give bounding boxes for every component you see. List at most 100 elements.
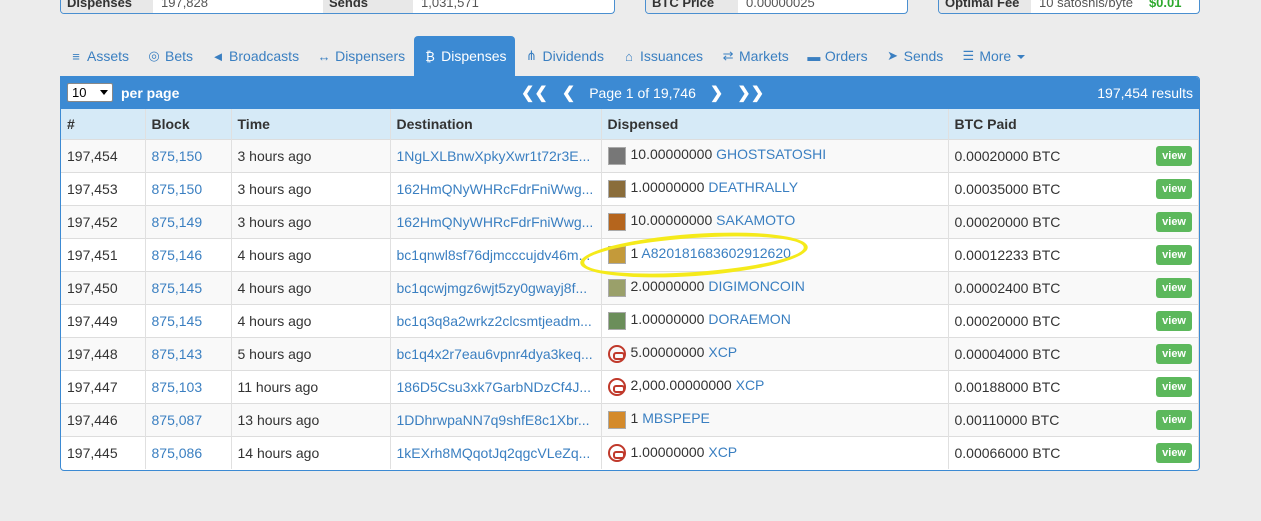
tab-dispenses[interactable]: ₿ Dispenses — [414, 36, 516, 76]
row-number: 197,445 — [61, 435, 146, 469]
btc-paid-value: 0.00002400 BTC — [954, 279, 1061, 296]
col-header-btc-paid: BTC Paid — [948, 109, 1199, 139]
time-cell: 13 hours ago — [231, 402, 391, 436]
database-icon: ≡ — [72, 48, 80, 64]
row-number: 197,447 — [61, 369, 146, 403]
view-button[interactable]: view — [1156, 145, 1192, 166]
btc-paid-cell: 0.00035000 BTC view — [948, 171, 1199, 205]
tab-issuances[interactable]: ⌂ Issuances — [613, 36, 712, 76]
chevron-down-icon — [100, 90, 108, 95]
btc-paid-value: 0.00020000 BTC — [954, 213, 1061, 230]
asset-link[interactable]: DIGIMONCOIN — [708, 278, 804, 294]
row-number: 197,450 — [61, 270, 146, 304]
row-number: 197,453 — [61, 171, 146, 205]
destination-link[interactable]: bc1qcwjmgz6wjt5zy0gwayj8f... — [397, 280, 588, 296]
bank-icon: ⌂ — [625, 48, 633, 64]
page-indicator: Page 1 of 19,746 — [589, 85, 696, 101]
col-header-num: # — [61, 109, 146, 139]
tab-label: Assets — [87, 48, 130, 64]
tab-bets[interactable]: ◎ Bets — [138, 36, 202, 76]
block-cell: 875,146 — [145, 237, 232, 271]
tab-label: Bets — [165, 48, 194, 64]
destination-link[interactable]: 1NgLXLBnwXpkyXwr1t72r3E... — [397, 148, 591, 164]
destination-link[interactable]: 1kEXrh8MQqotJq2qgcVLeZq... — [397, 445, 591, 461]
asset-link[interactable]: MBSPEPE — [642, 410, 710, 426]
asset-thumbnail-icon — [607, 179, 626, 198]
tab-assets[interactable]: ≡ Assets — [60, 36, 138, 76]
block-link[interactable]: 875,086 — [152, 445, 203, 461]
tab-dispensers[interactable]: ↔ Dispensers — [308, 36, 414, 76]
block-link[interactable]: 875,145 — [152, 313, 203, 329]
tab-markets[interactable]: ⇄ Markets — [712, 36, 798, 76]
block-link[interactable]: 875,143 — [152, 346, 203, 362]
per-page-value: 10 — [72, 85, 87, 100]
per-page-control: 10 per page — [67, 83, 179, 102]
destination-cell: 1DDhrwpaNN7q9shfE8c1Xbr... — [390, 402, 602, 436]
btc-paid-value: 0.00020000 BTC — [954, 147, 1061, 164]
view-button[interactable]: view — [1156, 244, 1192, 265]
dispensed-cell: 10.00000000 GHOSTSATOSHI — [601, 138, 949, 172]
destination-cell: 1NgLXLBnwXpkyXwr1t72r3E... — [390, 138, 602, 172]
view-button[interactable]: view — [1156, 178, 1192, 199]
asset-link[interactable]: XCP — [708, 344, 737, 360]
tab-label: Markets — [739, 48, 789, 64]
first-page-icon[interactable]: ❮❮ — [521, 83, 548, 103]
tab-more[interactable]: ☰ More — [952, 36, 1034, 76]
row-number: 197,451 — [61, 237, 146, 271]
view-button[interactable]: view — [1156, 277, 1192, 298]
dispensed-quantity: 10.00000000 — [630, 146, 713, 163]
block-link[interactable]: 875,145 — [152, 280, 203, 296]
asset-link[interactable]: SAKAMOTO — [716, 212, 795, 228]
tab-orders[interactable]: ▬ Orders — [798, 36, 877, 76]
block-cell: 875,143 — [145, 336, 232, 370]
destination-link[interactable]: 162HmQNyWHRcFdrFniWwg... — [397, 214, 594, 230]
view-button[interactable]: view — [1156, 310, 1192, 331]
view-button[interactable]: view — [1156, 376, 1192, 397]
btc-paid-cell: 0.00110000 BTC view — [948, 402, 1199, 436]
stat-dispenses: Dispenses 197,828 Sends 1,031,571 — [60, 0, 615, 14]
tab-dividends[interactable]: ⋔ Dividends — [515, 36, 612, 76]
destination-link[interactable]: 186D5Csu3xk7GarbNDzCf4J... — [397, 379, 592, 395]
btc-paid-value: 0.00035000 BTC — [954, 180, 1061, 197]
asset-thumbnail-icon — [607, 278, 626, 297]
view-button[interactable]: view — [1156, 343, 1192, 364]
asset-link[interactable]: DEATHRALLY — [708, 179, 798, 195]
view-button[interactable]: view — [1156, 409, 1192, 430]
dispensed-quantity: 1.00000000 — [630, 179, 705, 196]
destination-link[interactable]: bc1q3q8a2wrkz2clcsmtjeadm... — [397, 313, 592, 329]
prev-page-icon[interactable]: ❮ — [562, 83, 575, 103]
table-row: 197,451 875,146 4 hours ago bc1qnwl8sf76djm… — [61, 237, 1199, 271]
book-icon: ▬ — [807, 48, 821, 64]
tab-sends[interactable]: ➤ Sends — [877, 36, 953, 76]
view-button[interactable]: view — [1156, 211, 1192, 232]
destination-link[interactable]: 1DDhrwpaNN7q9shfE8c1Xbr... — [397, 412, 590, 428]
dispensed-cell: 1 MBSPEPE — [601, 402, 949, 436]
per-page-select[interactable]: 10 — [67, 83, 113, 102]
tab-broadcasts[interactable]: ◄ Broadcasts — [202, 36, 308, 76]
destination-link[interactable]: 162HmQNyWHRcFdrFniWwg... — [397, 181, 594, 197]
dispensed-quantity: 1.00000000 — [630, 443, 705, 460]
bitcoin-icon: ₿ — [425, 48, 435, 64]
block-link[interactable]: 875,087 — [152, 412, 203, 428]
block-link[interactable]: 875,149 — [152, 214, 203, 230]
block-cell: 875,145 — [145, 303, 232, 337]
asset-link[interactable]: XCP — [736, 377, 765, 393]
paper-plane-icon: ➤ — [887, 48, 899, 63]
block-link[interactable]: 875,150 — [152, 181, 203, 197]
destination-link[interactable]: bc1q4x2r7eau6vpnr4dya3keq... — [397, 346, 593, 362]
destination-link[interactable]: bc1qnwl8sf76djmcccujdv46m... — [397, 247, 591, 263]
asset-link[interactable]: GHOSTSATOSHI — [716, 146, 826, 162]
asset-link[interactable]: A820181683602912620 — [641, 245, 791, 261]
asset-link[interactable]: DORAEMON — [708, 311, 790, 327]
asset-thumbnail-icon — [607, 410, 626, 429]
block-link[interactable]: 875,146 — [152, 247, 203, 263]
asset-link[interactable]: XCP — [708, 444, 737, 460]
next-page-icon[interactable]: ❯ — [710, 83, 723, 103]
btc-paid-value: 0.00012233 BTC — [954, 246, 1061, 263]
btc-paid-cell: 0.00012233 BTC view — [948, 237, 1199, 271]
view-button[interactable]: view — [1156, 442, 1192, 463]
block-link[interactable]: 875,150 — [152, 148, 203, 164]
block-link[interactable]: 875,103 — [152, 379, 203, 395]
sitemap-icon: ⋔ — [526, 48, 537, 63]
last-page-icon[interactable]: ❯❯ — [737, 83, 764, 103]
